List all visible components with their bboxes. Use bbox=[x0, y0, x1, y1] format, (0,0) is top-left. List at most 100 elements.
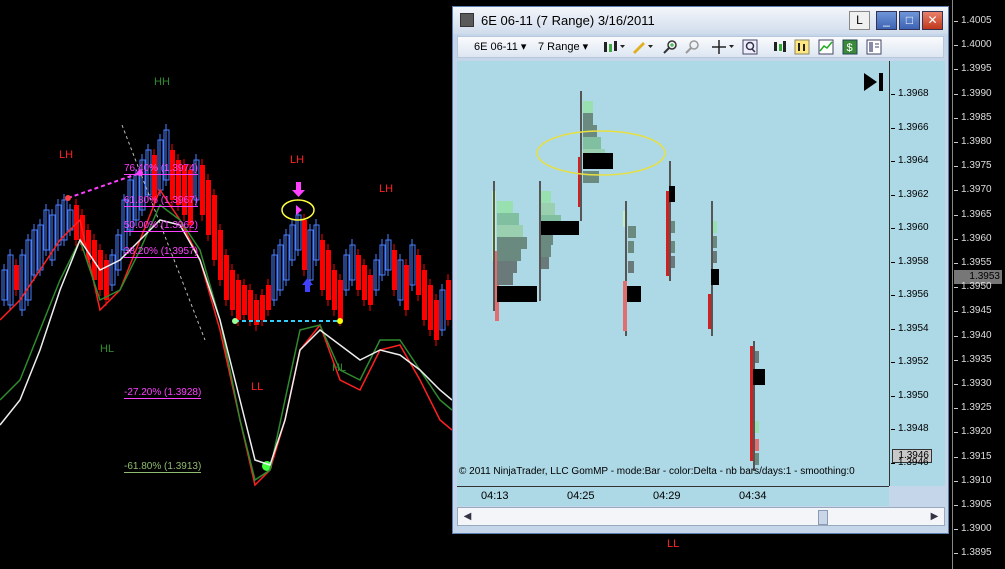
price-tick-label: 1.3952 bbox=[891, 356, 929, 367]
price-tick-label: 1.3968 bbox=[891, 88, 929, 99]
candle-body bbox=[218, 230, 223, 280]
svg-text:$: $ bbox=[847, 42, 853, 54]
data-box-icon[interactable] bbox=[866, 39, 882, 55]
time-tick-label: 04:25 bbox=[567, 490, 595, 502]
poc-bar bbox=[541, 221, 579, 235]
candle-body bbox=[422, 270, 427, 320]
candle-body bbox=[320, 240, 325, 290]
profile-bar bbox=[671, 221, 675, 233]
minimize-button[interactable]: _ bbox=[876, 11, 897, 30]
price-tick-label: 1.3962 bbox=[891, 188, 929, 200]
profile-bar bbox=[497, 201, 513, 213]
outer-price-axis[interactable]: 1.3953 1.4005 1.4000 1.3995 1.3990 1.3985 1.3… bbox=[952, 0, 1005, 569]
scroll-thumb[interactable] bbox=[818, 510, 828, 525]
chart-properties-icon[interactable] bbox=[818, 39, 834, 55]
poc-bar bbox=[753, 369, 765, 385]
chart-window[interactable]: 6E 06-11 (7 Range) 3/16/2011 L _ □ ✕ 6E … bbox=[452, 6, 949, 534]
inner-price-axis[interactable]: 1.3946 1.3968 1.3966 1.3964 1.3962 1.3960 1.3… bbox=[889, 61, 945, 486]
candle-wick bbox=[711, 201, 713, 336]
swing-label-hh: HH bbox=[154, 76, 170, 88]
window-title: 6E 06-11 (7 Range) 3/16/2011 bbox=[481, 13, 655, 28]
zoom-in-icon[interactable] bbox=[662, 39, 678, 55]
profile-bar bbox=[713, 251, 717, 263]
profile-bar bbox=[713, 221, 717, 233]
candle-body bbox=[242, 285, 247, 315]
fib-level-label: 61.80% (1.3967) bbox=[124, 195, 198, 207]
candle-body bbox=[266, 285, 271, 310]
close-button[interactable]: ✕ bbox=[922, 11, 943, 30]
maximize-button[interactable]: □ bbox=[899, 11, 920, 30]
interval-label: 7 Range bbox=[538, 41, 580, 53]
candle-body bbox=[152, 155, 157, 200]
price-tick-label: 1.3964 bbox=[891, 155, 929, 166]
horizontal-scrollbar[interactable]: ◀ ▶ bbox=[457, 507, 945, 526]
candle-body bbox=[434, 300, 439, 340]
candle-wick bbox=[493, 181, 495, 311]
profile-bar bbox=[497, 261, 517, 273]
price-tick-label: 1.3905 bbox=[954, 499, 992, 510]
pencil-draw-icon[interactable] bbox=[630, 39, 654, 55]
candle-body bbox=[338, 280, 343, 320]
candle-wick bbox=[669, 161, 671, 281]
instrument-dropdown[interactable]: 6E 06-11 ▾ bbox=[474, 39, 526, 55]
price-tick-label: 1.3960 bbox=[954, 232, 992, 244]
window-titlebar[interactable]: 6E 06-11 (7 Range) 3/16/2011 L _ □ ✕ bbox=[453, 7, 948, 34]
candle-body bbox=[326, 250, 331, 300]
candle-body bbox=[260, 295, 265, 320]
price-tick-label: 1.3948 bbox=[891, 423, 929, 434]
profile-bar bbox=[671, 241, 675, 253]
candle-wick bbox=[580, 91, 582, 221]
candle-body bbox=[236, 280, 241, 320]
dollar-icon[interactable]: $ bbox=[842, 39, 858, 55]
support-dot bbox=[232, 318, 238, 324]
inner-price-plot[interactable] bbox=[457, 61, 889, 486]
price-tick-label: 1.3954 bbox=[891, 322, 929, 334]
candle-body bbox=[200, 165, 205, 215]
candle-body bbox=[392, 250, 397, 290]
poc-bar bbox=[711, 269, 719, 285]
interval-dropdown[interactable]: 7 Range ▾ bbox=[538, 39, 588, 55]
instrument-label: 6E 06-11 bbox=[474, 41, 518, 53]
bar-type-icon[interactable] bbox=[602, 39, 626, 55]
fib-level-label: -27.20% (1.3928) bbox=[124, 387, 202, 399]
candle-body bbox=[446, 280, 451, 320]
candle-body bbox=[224, 255, 229, 300]
crosshair-icon[interactable] bbox=[712, 39, 736, 55]
price-tick-label: 1.3970 bbox=[954, 184, 992, 196]
price-tick-label: 1.3925 bbox=[954, 402, 992, 414]
price-tick-label: 1.3995 bbox=[954, 63, 992, 75]
candle-body bbox=[230, 270, 235, 310]
chevron-down-icon: ▾ bbox=[582, 41, 589, 53]
candle-body bbox=[362, 265, 367, 300]
profile-bar bbox=[755, 351, 759, 363]
indicator-icon[interactable] bbox=[794, 39, 810, 55]
profile-bar bbox=[541, 191, 551, 203]
price-tick-label: 1.3930 bbox=[954, 378, 992, 389]
profile-bar bbox=[497, 273, 513, 285]
zoom-out-icon[interactable] bbox=[684, 39, 700, 55]
profile-bar bbox=[497, 237, 527, 249]
candle-body bbox=[212, 195, 217, 260]
layout-button[interactable]: L bbox=[849, 11, 870, 30]
price-tick-label: 1.3950 bbox=[891, 389, 929, 401]
fib-level-label: 38.20% (1.3957) bbox=[124, 246, 198, 258]
candle-body bbox=[170, 150, 175, 200]
swing-label-ll: LL bbox=[251, 381, 264, 393]
fib-level-label: 50.00% (1.3962) bbox=[124, 220, 198, 232]
price-tick-label: 1.3960 bbox=[891, 222, 929, 233]
scroll-right-icon[interactable]: ▶ bbox=[927, 509, 942, 524]
scroll-left-icon[interactable]: ◀ bbox=[460, 509, 475, 524]
candle-body bbox=[623, 281, 627, 331]
app-icon bbox=[460, 13, 474, 27]
profile-bar bbox=[628, 241, 634, 253]
profile-bar bbox=[755, 439, 759, 451]
magnifier-icon[interactable] bbox=[742, 39, 758, 55]
price-tick-label: 1.3975 bbox=[954, 160, 992, 172]
support-dot bbox=[337, 318, 343, 324]
price-tick-label: 1.3958 bbox=[891, 255, 929, 267]
candle-body bbox=[356, 255, 361, 290]
price-tick-label: 1.3950 bbox=[954, 281, 992, 293]
time-axis[interactable]: 04:13 04:25 04:29 04:34 bbox=[457, 486, 889, 506]
strategy-icon[interactable] bbox=[772, 39, 788, 55]
price-tick-label: 1.3955 bbox=[954, 257, 992, 268]
